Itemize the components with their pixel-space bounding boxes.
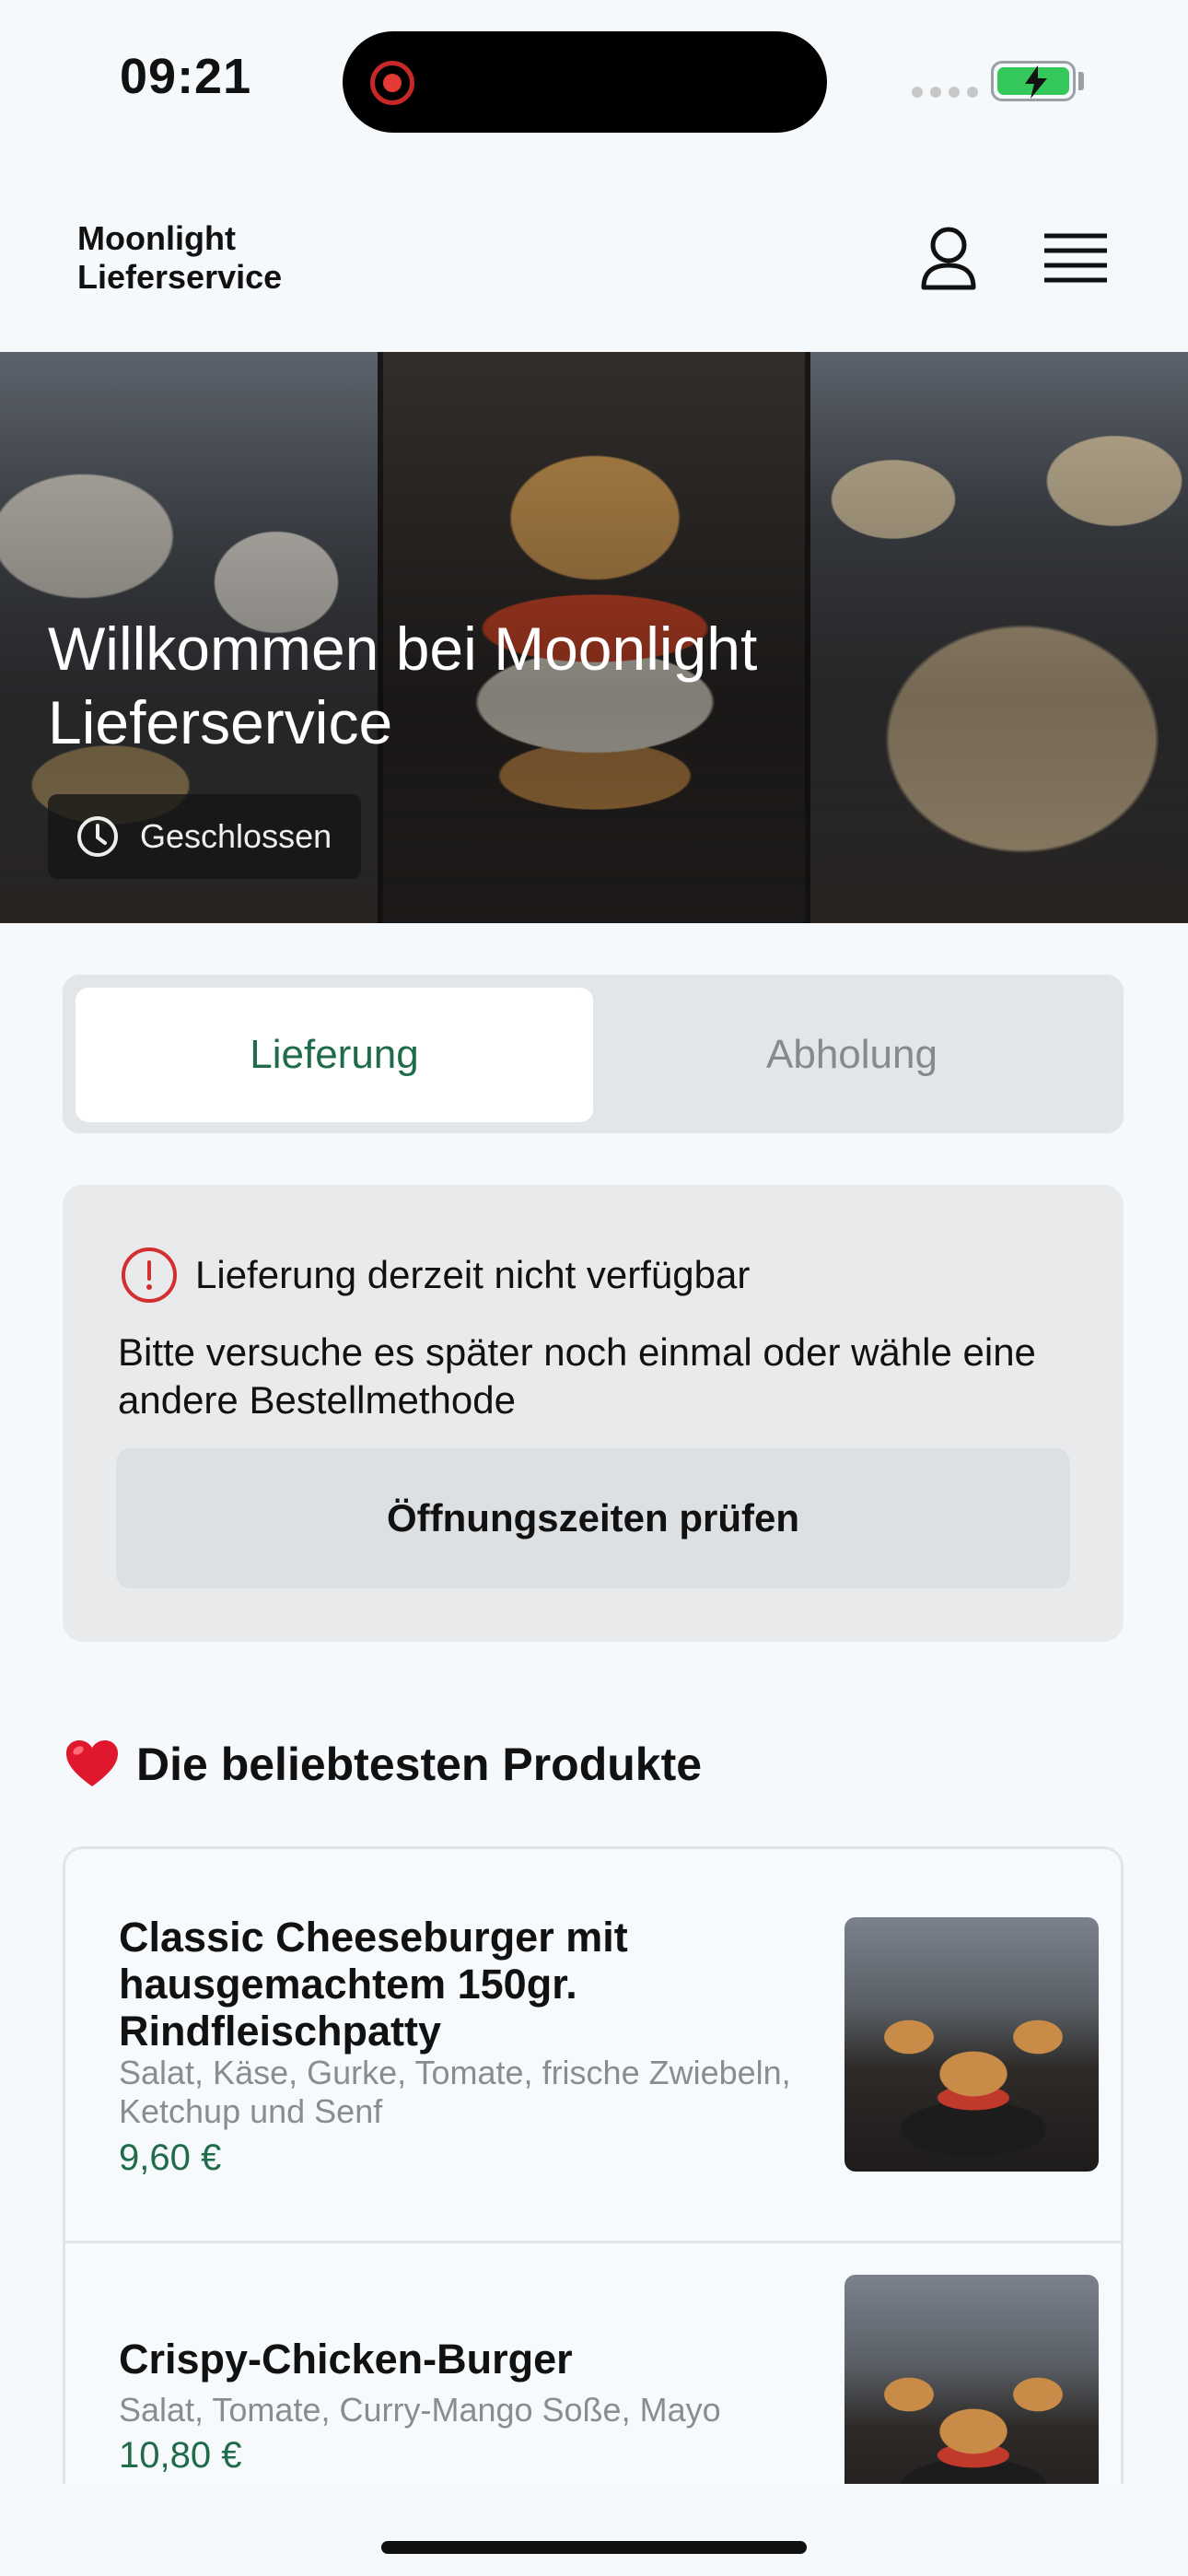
product-description: Salat, Käse, Gurke, Tomate, frische Zwie… bbox=[119, 2054, 791, 2130]
notice-header: Lieferung derzeit nicht verfügbar bbox=[120, 1246, 750, 1305]
product-image[interactable] bbox=[844, 1917, 1099, 2172]
info-icon bbox=[122, 1247, 177, 1303]
home-indicator[interactable] bbox=[381, 2541, 807, 2554]
product-card[interactable]: Crispy-Chicken-Burger Salat, Tomate, Cur… bbox=[65, 2243, 1121, 2484]
status-bar: 09:21 bbox=[0, 0, 1188, 175]
notice-title: Lieferung derzeit nicht verfügbar bbox=[195, 1253, 751, 1296]
battery-icon bbox=[991, 61, 1076, 101]
recording-icon bbox=[370, 61, 414, 105]
product-price: 10,80 € bbox=[119, 2435, 242, 2476]
user-icon[interactable] bbox=[912, 221, 985, 295]
status-time: 09:21 bbox=[120, 49, 252, 104]
popular-products-heading: Die beliebtesten Produkte bbox=[64, 1738, 702, 1791]
product-name: Crispy-Chicken-Burger bbox=[119, 2336, 573, 2383]
heart-icon bbox=[66, 1740, 118, 1786]
product-list: Classic Cheeseburger mit hausgemachtem 1… bbox=[63, 1846, 1124, 2484]
check-opening-hours-button[interactable]: Öffnungszeiten prüfen bbox=[116, 1448, 1070, 1588]
app-header: Moonlight Lieferservice bbox=[0, 175, 1188, 352]
battery-tip bbox=[1078, 72, 1084, 90]
hero-banner: Willkommen bei Moonlight Lieferservice G… bbox=[0, 352, 1188, 923]
app-screen: 09:21 Moonlight Lieferservice Willkommen… bbox=[0, 0, 1188, 2576]
opening-status-text: Geschlossen bbox=[140, 817, 332, 855]
section-title: Die beliebtesten Produkte bbox=[136, 1739, 703, 1790]
hero-title: Willkommen bei Moonlight Lieferservice bbox=[48, 615, 758, 756]
product-price: 9,60 € bbox=[119, 2137, 222, 2178]
product-image[interactable] bbox=[844, 2275, 1099, 2484]
tab-delivery[interactable]: Lieferung bbox=[76, 988, 593, 1122]
notice-text: Bitte versuche es später noch einmal ode… bbox=[118, 1330, 1036, 1422]
product-card[interactable]: Classic Cheeseburger mit hausgemachtem 1… bbox=[65, 1849, 1121, 2243]
brand-name[interactable]: Moonlight Lieferservice bbox=[77, 219, 354, 297]
tab-pickup[interactable]: Abholung bbox=[593, 988, 1111, 1122]
opening-status-badge: Geschlossen bbox=[48, 794, 362, 879]
clock-icon bbox=[77, 816, 118, 857]
product-name: Classic Cheeseburger mit hausgemachtem 1… bbox=[119, 1914, 628, 2055]
product-description: Salat, Tomate, Curry-Mango Soße, Mayo bbox=[119, 2391, 721, 2429]
menu-icon[interactable] bbox=[1039, 228, 1112, 289]
signal-icon bbox=[912, 87, 978, 98]
order-method-tabs: Lieferung Abholung bbox=[63, 975, 1124, 1133]
dynamic-island bbox=[343, 31, 827, 133]
delivery-unavailable-notice: Lieferung derzeit nicht verfügbar Bitte … bbox=[63, 1185, 1124, 1642]
